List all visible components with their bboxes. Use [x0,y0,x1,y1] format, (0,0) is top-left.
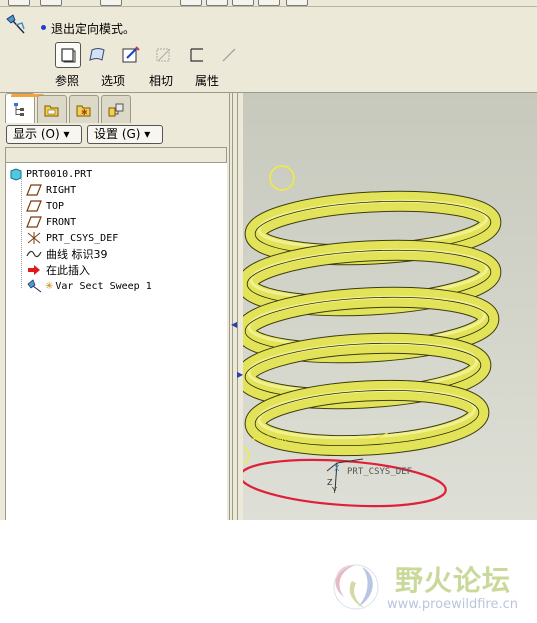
model-tree-icon [14,102,24,116]
toolbar-button[interactable] [40,0,62,6]
tree-item-label: TOP [46,200,65,212]
tree-item-part[interactable]: PRT0010.PRT [9,166,92,182]
datum-plane-icon [26,184,42,196]
message-bullet [41,25,46,30]
toolbar-button[interactable] [286,0,308,6]
csys-label: PRT_CSYS_DEF [347,467,412,477]
options-icon[interactable] [84,42,110,68]
toolbar-button[interactable] [8,0,30,6]
tree-item-label: Var Sect Sweep 1 [55,280,152,292]
app-window: 退出定向模式。 参照 选项 相切 属性 ✱ 显示 (O) ▾ 设置 (G) ▾ … [0,0,537,623]
csys-icon [27,232,41,244]
tree-item-right[interactable]: RIGHT [26,182,76,198]
datum-plane-icon [26,216,42,228]
top-toolbar [0,0,537,7]
tree-item-label: 在此插入 [46,264,90,277]
var-sect-sweep-icon [27,279,42,293]
toolbar-button[interactable] [100,0,122,6]
slide-label-references[interactable]: 参照 [47,72,87,89]
x-axis-label: X [334,464,340,473]
tangency-disabled-icon [151,42,177,68]
references-icon[interactable] [55,42,81,68]
z-axis-label: Z [327,478,333,487]
toolbar-button[interactable] [232,0,254,6]
tree-item-curve[interactable]: 曲线 标识39 [26,246,108,262]
line-disabled-icon [216,42,242,68]
svg-text:✱: ✱ [81,108,88,117]
feature-dashboard: 退出定向模式。 参照 选项 相切 属性 [0,7,537,93]
curve-icon [26,250,42,258]
settings-menu-button[interactable]: 设置 (G) ▾ [87,125,163,144]
model-tree: PRT0010.PRT RIGHT TOP FRONT PRT_CSYS_DEF [5,163,227,520]
sash-line [232,93,233,520]
tree-item-var-sect-sweep[interactable]: ✳ Var Sect Sweep 1 [26,278,152,294]
tree-column-header [5,147,227,163]
datum-plane-icon [26,200,42,212]
tab-connections[interactable] [101,95,131,123]
tree-item-label: FRONT [46,216,77,228]
tree-item-label: PRT0010.PRT [26,168,93,180]
tree-item-label: 曲线 标识39 [46,248,108,261]
tree-item-label: PRT_CSYS_DEF [46,232,119,244]
toolbar-button[interactable] [180,0,202,6]
tree-item-front[interactable]: FRONT [26,214,76,230]
toolbar-button[interactable] [206,0,228,6]
tree-item-label: RIGHT [46,184,77,196]
insert-here-arrow-icon [28,265,40,275]
slide-label-options[interactable]: 选项 [93,72,133,89]
tree-item-insert-here[interactable]: 在此插入 [26,262,90,278]
tree-item-top[interactable]: TOP [26,198,64,214]
active-feature-marker-icon: ✳ [45,280,54,292]
sash-line [237,93,238,520]
tree-connector [21,179,22,288]
var-sect-sweep-icon [6,14,25,34]
corner-icon[interactable] [184,42,210,68]
watermark-title: 野火论坛 [395,564,512,597]
folder-browser-icon [44,105,59,116]
slide-label-properties[interactable]: 属性 [187,72,227,89]
show-menu-button[interactable]: 显示 (O) ▾ [6,125,82,144]
watermark-url: www.proewildfire.cn [387,597,518,612]
part-icon [10,168,22,181]
y-axis-label: Y [331,486,337,495]
collapse-left-icon[interactable]: ◀ [231,320,237,329]
watermark-logo [333,564,379,610]
connections-icon [108,103,124,116]
navigator-panel: ✱ 显示 (O) ▾ 设置 (G) ▾ PRT0010.PRT RIGHT TO… [0,93,230,520]
tree-item-csys[interactable]: PRT_CSYS_DEF [26,230,118,246]
tab-model-tree[interactable] [5,93,44,123]
toolbar-button[interactable] [258,0,280,6]
favorites-icon: ✱ [76,105,91,117]
leader-tag: ✶ [375,435,382,444]
panel-sash[interactable]: ◀ ▶ [230,93,243,520]
tangency-icon[interactable] [118,42,144,68]
dimension-label: 0.00 [265,435,287,445]
slide-label-tangency[interactable]: 相切 [141,72,181,89]
tab-folder-browser[interactable] [37,95,67,123]
graphics-window[interactable]: 0.00 ✶ PRT_CSYS_DEF X Y Z [243,93,537,520]
message-text: 退出定向模式。 [51,22,136,36]
tab-favorites[interactable]: ✱ [69,95,99,123]
